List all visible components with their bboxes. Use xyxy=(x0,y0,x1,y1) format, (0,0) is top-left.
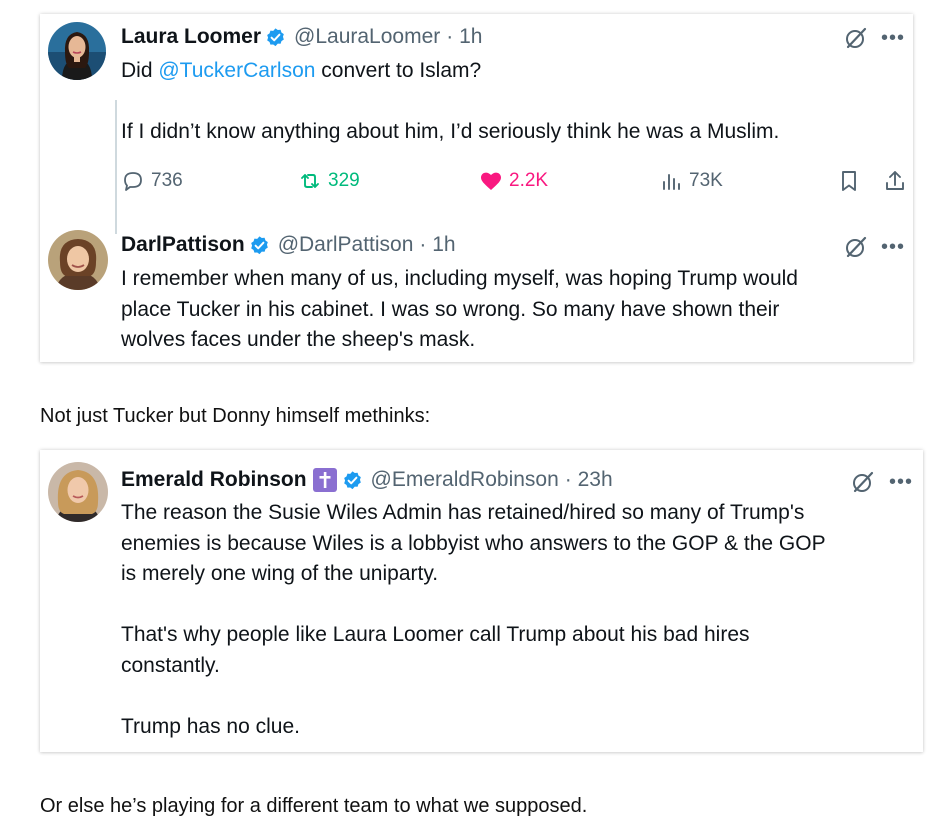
tweet-time[interactable]: · 1h xyxy=(419,232,455,258)
tweet-text: The reason the Susie Wiles Admin has ret… xyxy=(121,501,826,738)
author-handle[interactable]: @LauraLoomer xyxy=(294,24,440,50)
avatar-laura-loomer[interactable] xyxy=(48,22,106,80)
verified-badge-icon xyxy=(342,470,363,491)
tweet-text: Did @TuckerCarlson convert to Islam? xyxy=(121,56,481,87)
like-count: 2.2K xyxy=(509,170,549,191)
repost-count: 329 xyxy=(328,170,360,191)
share-icon[interactable] xyxy=(883,169,907,193)
reply-button[interactable]: 736 xyxy=(121,169,183,193)
reply-count: 736 xyxy=(151,170,183,191)
author-name[interactable]: Laura Loomer xyxy=(121,24,261,50)
comment-text-2: Or else he’s playing for a different tea… xyxy=(40,795,588,817)
repost-button[interactable]: 329 xyxy=(298,169,360,193)
author-name[interactable]: DarlPattison xyxy=(121,232,245,258)
reply-tweet-header: DarlPattison @DarlPattison · 1h xyxy=(121,232,456,258)
thread-connector-line xyxy=(115,100,117,234)
grok-icon[interactable] xyxy=(851,470,875,494)
mention-link[interactable]: @TuckerCarlson xyxy=(158,59,315,82)
tweet-time[interactable]: · 23h xyxy=(565,467,613,493)
tweet-text-line-2: If I didn’t know anything about him, I’d… xyxy=(121,120,780,143)
reply-icon xyxy=(124,172,142,191)
repost-icon xyxy=(301,174,319,188)
quoted-thread-card: Laura Loomer @LauraLoomer · 1h ••• Did @… xyxy=(40,14,913,362)
tweet-header: Emerald Robinson @EmeraldRobinson · 23h xyxy=(121,467,613,493)
more-options-icon[interactable]: ••• xyxy=(881,237,905,257)
comment-text-1: Not just Tucker but Donny himself methin… xyxy=(40,405,431,427)
views-button[interactable]: 73K xyxy=(659,169,723,193)
like-button[interactable]: 2.2K xyxy=(479,169,548,193)
tweet-text-start: Did xyxy=(121,59,159,82)
author-handle[interactable]: @DarlPattison xyxy=(278,232,414,258)
tweet-header: Laura Loomer @LauraLoomer · 1h xyxy=(121,24,482,50)
grok-icon[interactable] xyxy=(844,235,868,259)
reply-tweet-text: I remember when many of us, including my… xyxy=(121,267,798,351)
views-count: 73K xyxy=(689,170,723,191)
avatar-darlpattison[interactable] xyxy=(48,230,108,290)
tweet-time[interactable]: · 1h xyxy=(446,24,482,50)
more-options-icon[interactable]: ••• xyxy=(889,472,913,492)
more-options-icon[interactable]: ••• xyxy=(881,28,905,48)
cross-badge-icon xyxy=(312,468,337,492)
bookmark-icon[interactable] xyxy=(837,169,861,193)
avatar-emerald-robinson[interactable] xyxy=(48,462,108,522)
quoted-tweet-card: Emerald Robinson @EmeraldRobinson · 23h … xyxy=(40,450,923,752)
heart-icon xyxy=(481,172,501,190)
verified-badge-icon xyxy=(249,235,270,256)
tweet-text-end: convert to Islam? xyxy=(315,59,482,82)
verified-badge-icon xyxy=(265,27,286,48)
views-icon xyxy=(663,174,680,190)
grok-icon[interactable] xyxy=(844,26,868,50)
author-name[interactable]: Emerald Robinson xyxy=(121,467,307,493)
author-handle[interactable]: @EmeraldRobinson xyxy=(371,467,559,493)
